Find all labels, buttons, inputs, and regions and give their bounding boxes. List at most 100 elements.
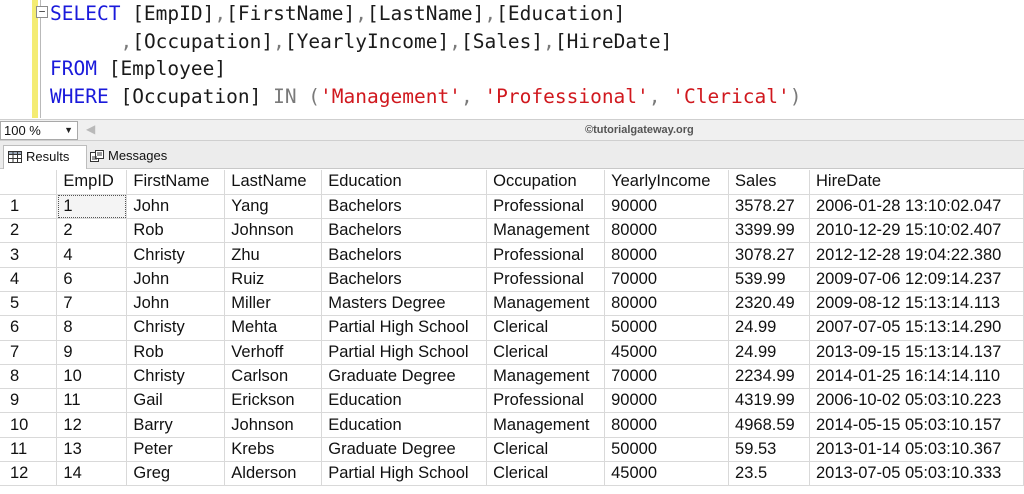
- table-cell[interactable]: Education: [321, 388, 488, 414]
- table-cell[interactable]: Krebs: [224, 437, 323, 463]
- table-cell[interactable]: John: [126, 267, 226, 292]
- table-row[interactable]: 4 6 John Ruiz Bachelors Professional 70000 539.…: [0, 267, 1024, 292]
- table-cell[interactable]: 1: [56, 194, 128, 220]
- table-cell[interactable]: 2013-09-15 15:13:14.137: [809, 340, 1024, 365]
- table-cell[interactable]: Christy: [126, 315, 226, 341]
- table-cell[interactable]: 2320.49: [728, 291, 810, 317]
- table-cell[interactable]: 4968.59: [728, 412, 810, 438]
- table-cell[interactable]: 2: [56, 218, 128, 244]
- table-row[interactable]: 3 4 Christy Zhu Bachelors Professional 80000 30…: [0, 242, 1024, 268]
- table-cell[interactable]: 2234.99: [728, 364, 810, 390]
- table-cell[interactable]: Johnson: [224, 412, 323, 438]
- zoom-dropdown[interactable]: 100 % ▼: [0, 121, 78, 140]
- table-cell[interactable]: John: [126, 291, 226, 317]
- row-number[interactable]: 12: [0, 461, 58, 487]
- table-cell[interactable]: 45000: [604, 340, 730, 365]
- table-cell[interactable]: Education: [321, 412, 488, 438]
- code-line[interactable]: WHERE [Occupation] IN ('Management', 'Pr…: [50, 83, 801, 111]
- tab-messages[interactable]: Messages: [86, 145, 180, 169]
- row-number[interactable]: 11: [0, 437, 58, 463]
- tab-results[interactable]: Results: [3, 145, 87, 169]
- table-cell[interactable]: 50000: [604, 315, 730, 341]
- row-number[interactable]: 10: [0, 412, 58, 438]
- table-cell[interactable]: Bachelors: [321, 194, 488, 220]
- row-number[interactable]: 8: [0, 364, 58, 390]
- collapse-icon[interactable]: −: [36, 6, 48, 18]
- table-cell[interactable]: 9: [56, 340, 128, 365]
- column-header[interactable]: EmpID: [56, 170, 128, 195]
- table-cell[interactable]: John: [126, 194, 226, 220]
- table-cell[interactable]: Professional: [486, 267, 606, 292]
- row-number[interactable]: 9: [0, 388, 58, 414]
- table-cell[interactable]: 7: [56, 291, 128, 317]
- table-cell[interactable]: 70000: [604, 267, 730, 292]
- row-number[interactable]: 3: [0, 242, 58, 268]
- table-cell[interactable]: 24.99: [728, 340, 810, 365]
- table-row[interactable]: 10 12 Barry Johnson Education Management 80000…: [0, 412, 1024, 438]
- column-header[interactable]: Education: [321, 170, 488, 195]
- code-line[interactable]: FROM [Employee]: [50, 55, 801, 83]
- table-cell[interactable]: Miller: [224, 291, 323, 317]
- sql-code[interactable]: SELECT [EmpID],[FirstName],[LastName],[E…: [50, 0, 801, 110]
- table-cell[interactable]: 8: [56, 315, 128, 341]
- table-cell[interactable]: 2012-12-28 19:04:22.380: [809, 242, 1024, 268]
- table-cell[interactable]: 50000: [604, 437, 730, 463]
- table-cell[interactable]: 4: [56, 242, 128, 268]
- table-cell[interactable]: Zhu: [224, 242, 323, 268]
- table-cell[interactable]: 3578.27: [728, 194, 810, 220]
- table-cell[interactable]: 80000: [604, 218, 730, 244]
- table-cell[interactable]: Bachelors: [321, 242, 488, 268]
- table-cell[interactable]: 80000: [604, 412, 730, 438]
- table-cell[interactable]: Graduate Degree: [321, 364, 488, 390]
- table-cell[interactable]: 2010-12-29 15:10:02.407: [809, 218, 1024, 244]
- table-cell[interactable]: 90000: [604, 388, 730, 414]
- table-cell[interactable]: Erickson: [224, 388, 323, 414]
- table-cell[interactable]: Partial High School: [321, 315, 488, 341]
- table-cell[interactable]: Graduate Degree: [321, 437, 488, 463]
- table-cell[interactable]: Rob: [126, 218, 226, 244]
- table-cell[interactable]: Bachelors: [321, 267, 488, 292]
- table-cell[interactable]: Yang: [224, 194, 323, 220]
- table-cell[interactable]: 3078.27: [728, 242, 810, 268]
- table-row[interactable]: 5 7 John Miller Masters Degree Management 8000…: [0, 291, 1024, 317]
- table-cell[interactable]: 2014-05-15 05:03:10.157: [809, 412, 1024, 438]
- table-cell[interactable]: Professional: [486, 388, 606, 414]
- row-number[interactable]: 6: [0, 315, 58, 341]
- table-cell[interactable]: Clerical: [486, 340, 606, 365]
- table-cell[interactable]: 2014-01-25 16:14:14.110: [809, 364, 1024, 390]
- row-number[interactable]: 7: [0, 340, 58, 365]
- table-cell[interactable]: 2009-08-12 15:13:14.113: [809, 291, 1024, 317]
- table-cell[interactable]: 2006-01-28 13:10:02.047: [809, 194, 1024, 220]
- table-cell[interactable]: Greg: [126, 461, 226, 487]
- row-number[interactable]: 2: [0, 218, 58, 244]
- table-cell[interactable]: Christy: [126, 242, 226, 268]
- table-cell[interactable]: Management: [486, 364, 606, 390]
- table-cell[interactable]: Barry: [126, 412, 226, 438]
- scroll-left-icon[interactable]: ◀: [86, 122, 95, 136]
- table-cell[interactable]: 2006-10-02 05:03:10.223: [809, 388, 1024, 414]
- table-cell[interactable]: 10: [56, 364, 128, 390]
- table-row[interactable]: 9 11 Gail Erickson Education Professional 9000…: [0, 388, 1024, 414]
- row-number[interactable]: 5: [0, 291, 58, 317]
- table-cell[interactable]: 2007-07-05 15:13:14.290: [809, 315, 1024, 341]
- table-cell[interactable]: Masters Degree: [321, 291, 488, 317]
- table-cell[interactable]: Clerical: [486, 437, 606, 463]
- table-cell[interactable]: Mehta: [224, 315, 323, 341]
- table-cell[interactable]: 70000: [604, 364, 730, 390]
- table-cell[interactable]: 2009-07-06 12:09:14.237: [809, 267, 1024, 292]
- table-cell[interactable]: 2013-07-05 05:03:10.333: [809, 461, 1024, 487]
- table-cell[interactable]: 90000: [604, 194, 730, 220]
- table-cell[interactable]: 6: [56, 267, 128, 292]
- table-cell[interactable]: Management: [486, 412, 606, 438]
- table-cell[interactable]: Rob: [126, 340, 226, 365]
- table-cell[interactable]: Partial High School: [321, 340, 488, 365]
- code-line[interactable]: SELECT [EmpID],[FirstName],[LastName],[E…: [50, 0, 801, 28]
- table-cell[interactable]: 4319.99: [728, 388, 810, 414]
- row-number[interactable]: 4: [0, 267, 58, 292]
- table-row[interactable]: 12 14 Greg Alderson Partial High School Cleri…: [0, 461, 1024, 487]
- table-cell[interactable]: 13: [56, 437, 128, 463]
- table-row[interactable]: 6 8 Christy Mehta Partial High School Clerica…: [0, 315, 1024, 341]
- table-cell[interactable]: 24.99: [728, 315, 810, 341]
- chevron-down-icon[interactable]: ▼: [64, 122, 73, 139]
- table-cell[interactable]: Clerical: [486, 315, 606, 341]
